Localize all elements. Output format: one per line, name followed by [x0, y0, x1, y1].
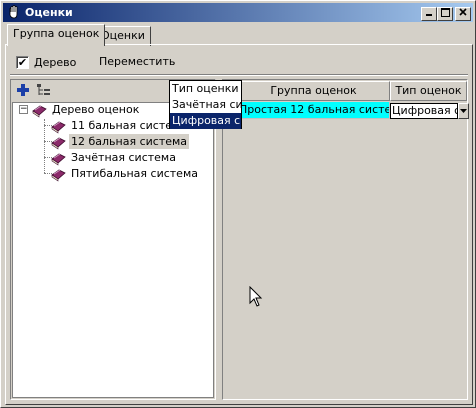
book-icon	[51, 169, 66, 182]
tree-node-label: Дерево оценок	[52, 103, 140, 116]
maximize-button[interactable]	[437, 7, 453, 21]
close-button[interactable]	[455, 7, 471, 21]
dropdown-option[interactable]: Зачётная система	[170, 97, 241, 113]
mouse-pointer-icon	[249, 286, 263, 307]
column-header-type[interactable]: Тип оценок	[390, 81, 467, 101]
tree-node-label: Пятибальная система	[71, 167, 198, 180]
grid-cell-group[interactable]: Простая 12 бальная система	[237, 102, 390, 119]
book-icon	[51, 121, 66, 134]
minimize-icon	[426, 14, 432, 16]
collapse-icon[interactable]: −	[19, 105, 28, 114]
type-combo-input[interactable]: Цифровая система	[390, 103, 458, 119]
chevron-down-icon	[460, 109, 467, 113]
tab-grade-group[interactable]: Группа оценок	[7, 24, 106, 46]
maximize-icon	[440, 8, 450, 17]
tree-checkbox-label: Дерево	[34, 56, 77, 69]
grid-pane: Группа оценок Тип оценок * Простая 12 ба…	[222, 79, 469, 400]
options-strip: ✔ Дерево Переместить	[10, 49, 468, 75]
dropdown-option[interactable]: Тип оценки	[170, 81, 241, 97]
type-dropdown-list: Тип оценки Зачётная система Цифровая сис…	[169, 80, 242, 129]
close-icon	[459, 8, 467, 16]
minimize-button[interactable]	[421, 7, 437, 21]
tree-node-label: Зачётная система	[71, 151, 176, 164]
book-icon	[32, 105, 47, 118]
move-button[interactable]: Переместить	[96, 53, 178, 71]
tree-view-icon[interactable]	[36, 83, 52, 97]
grades-window: Оценки Группа оценок Оценки ✔ Дерево Пер…	[0, 0, 476, 408]
column-header-group[interactable]: Группа оценок	[237, 81, 390, 101]
book-icon	[51, 137, 66, 150]
dropdown-option-selected[interactable]: Цифровая система	[170, 113, 241, 129]
window-title: Оценки	[25, 6, 73, 19]
book-icon	[51, 153, 66, 166]
type-combo-button[interactable]	[458, 103, 469, 119]
tree-checkbox[interactable]: ✔	[16, 56, 29, 69]
tree-view[interactable]: − Дерево оценок 11 бальная система 12 ба…	[12, 102, 214, 398]
hand-icon	[9, 5, 18, 19]
title-bar[interactable]: Оценки	[3, 3, 473, 22]
add-icon[interactable]	[16, 83, 30, 97]
tree-node-label: 12 бальная система	[69, 134, 190, 149]
